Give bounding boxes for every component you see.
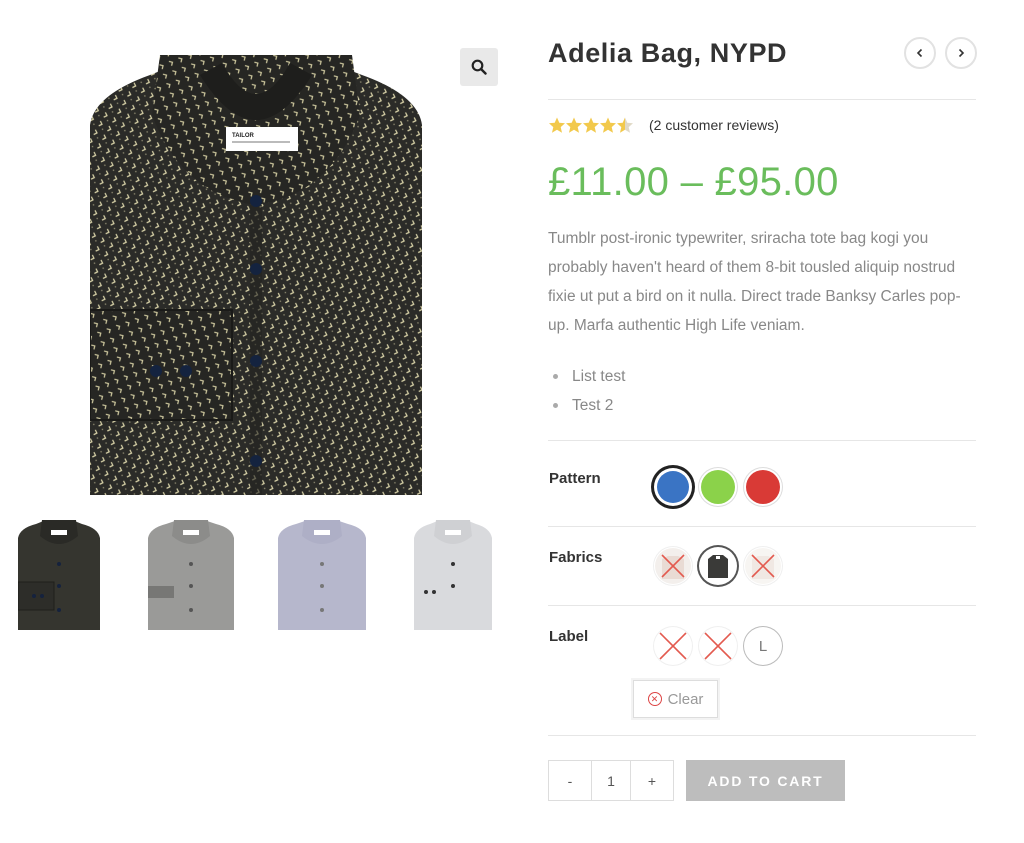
chevron-left-icon xyxy=(916,48,923,58)
star-icon xyxy=(583,117,599,133)
shirt-tag-text: TAILOR xyxy=(232,133,255,139)
chevron-right-icon xyxy=(958,48,965,58)
fabric-swatch-dark[interactable] xyxy=(699,547,737,585)
label-option-unavailable[interactable] xyxy=(654,627,692,665)
clear-icon: ✕ xyxy=(647,692,662,706)
close-icon xyxy=(659,632,687,660)
add-to-cart-button[interactable]: ADD TO CART xyxy=(686,760,845,801)
product-rating: (2 customer reviews) xyxy=(549,116,779,134)
list-item: Test 2 xyxy=(553,391,625,420)
quantity-increase-button[interactable]: + xyxy=(631,761,673,800)
star-icon xyxy=(566,117,582,133)
pattern-swatch-red[interactable] xyxy=(744,468,782,506)
customer-reviews-link[interactable]: (2 customer reviews) xyxy=(649,117,779,133)
zoom-button[interactable] xyxy=(460,48,498,86)
close-icon xyxy=(704,632,732,660)
product-price: £11.00 – £95.00 xyxy=(548,160,839,204)
divider xyxy=(548,99,976,100)
thumbnail-light-grey-shirt[interactable] xyxy=(414,520,492,630)
star-rating xyxy=(549,116,635,134)
half-star-icon xyxy=(617,117,633,133)
search-icon xyxy=(471,59,487,75)
previous-product-button[interactable] xyxy=(904,37,936,69)
thumbnail-lavender-shirt[interactable] xyxy=(278,520,366,630)
pattern-label: Pattern xyxy=(549,470,601,487)
thumbnail-grey-shirt[interactable] xyxy=(148,520,234,630)
fabrics-label: Fabrics xyxy=(549,549,603,566)
pattern-swatch-blue[interactable] xyxy=(654,468,692,506)
star-icon xyxy=(549,117,565,133)
pattern-swatch-green[interactable] xyxy=(699,468,737,506)
clear-selection-button[interactable]: ✕ Clear xyxy=(633,680,718,718)
clear-label: Clear xyxy=(667,690,704,708)
label-option-unavailable[interactable] xyxy=(699,627,737,665)
label-attribute-label: Label xyxy=(549,628,589,645)
star-icon xyxy=(600,117,616,133)
divider xyxy=(548,440,976,441)
quantity-decrease-button[interactable]: - xyxy=(549,761,591,800)
product-description: Tumblr post-ironic typewriter, sriracha … xyxy=(548,230,961,334)
fabric-swatch-unavailable[interactable] xyxy=(744,547,782,585)
divider xyxy=(548,735,976,736)
product-main-image[interactable]: TAILOR xyxy=(90,55,422,495)
quantity-input[interactable]: 1 xyxy=(591,761,631,800)
quantity-stepper: - 1 + xyxy=(548,760,674,801)
fabric-swatch-unavailable[interactable] xyxy=(654,547,692,585)
thumbnail-dark-shirt[interactable] xyxy=(18,520,100,630)
list-item: List test xyxy=(553,362,625,391)
divider xyxy=(548,526,976,527)
next-product-button[interactable] xyxy=(945,37,977,69)
label-option-l[interactable]: L xyxy=(744,627,782,665)
divider xyxy=(548,605,976,606)
product-title: Adelia Bag, NYPD xyxy=(548,38,788,68)
feature-list: List test Test 2 xyxy=(553,362,625,420)
